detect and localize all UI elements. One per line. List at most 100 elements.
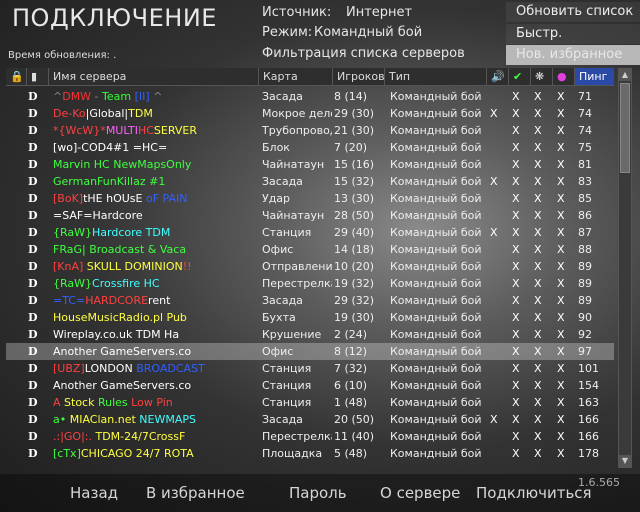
server-flag: [490, 428, 500, 445]
table-row[interactable]: D GermanFunKillaz #1 Засада 15 (32) Командны…: [6, 173, 614, 190]
server-flag: X: [534, 90, 542, 103]
add-favorite-button[interactable]: В избранное: [146, 484, 245, 502]
server-map: Перестрелка: [262, 430, 332, 443]
server-ping: 87: [578, 226, 592, 239]
connect-button[interactable]: Подключиться: [476, 484, 592, 502]
server-flag: X: [534, 226, 542, 239]
server-type: Командный бой: [390, 379, 482, 392]
server-flag: X: [557, 175, 565, 188]
table-row[interactable]: D A Stock Rules Low Pin Станция 1 (48) Кома…: [6, 394, 614, 411]
server-map: Чайнатаун: [262, 158, 325, 171]
dedicated-icon: D: [28, 379, 38, 392]
server-name-part: [cTx]: [53, 447, 81, 460]
server-ping: 85: [578, 192, 592, 205]
filter-button[interactable]: Фильтрация списка серверов: [262, 46, 465, 61]
dedicated-col-icon[interactable]: ▮: [26, 68, 48, 85]
server-players: 8 (12): [334, 345, 368, 358]
server-flag: X: [512, 158, 520, 171]
server-info-button[interactable]: О сервере: [380, 484, 460, 502]
server-type: Командный бой: [390, 294, 482, 307]
server-flag: X: [490, 175, 498, 188]
quick-refresh-button[interactable]: Быстр. обновление: [506, 24, 640, 61]
dedicated-icon: D: [28, 90, 38, 103]
server-type: Командный бой: [390, 243, 482, 256]
table-row[interactable]: D [UBZ]LONDON BROADCAST Станция 7 (32) Коман…: [6, 360, 614, 377]
server-ping: 83: [578, 175, 592, 188]
server-flag: X: [557, 362, 565, 375]
col-header-players[interactable]: Игроков: [332, 68, 385, 85]
lock-col-icon[interactable]: 🔒: [6, 68, 24, 85]
server-type: Командный бой: [390, 175, 482, 188]
mod-col-icon[interactable]: ❋: [530, 68, 552, 85]
server-name: De-Ko|Global|TDM: [53, 105, 253, 122]
table-row[interactable]: D [BoK]tHE hOUsE oF PAIN Удар 13 (30) Команд…: [6, 190, 614, 207]
server-type: Командный бой: [390, 430, 482, 443]
table-row[interactable]: D De-Ko|Global|TDM Мокрое дело 29 (30) Коман…: [6, 105, 614, 122]
scroll-down-icon[interactable]: ▼: [619, 455, 631, 467]
server-name: {RaW}Crossfire HC: [53, 275, 253, 292]
pb-col-icon[interactable]: ●: [552, 68, 574, 85]
col-header-name[interactable]: Имя сервера: [48, 68, 258, 85]
server-map: Перестрелка: [262, 277, 332, 290]
password-button[interactable]: Пароль: [289, 484, 347, 502]
server-name: a• MIAClan.net NEWMAPS: [53, 411, 253, 428]
table-row[interactable]: D .:|GO|:. TDM-24/7CrossF Перестрелка 11 (4…: [6, 428, 614, 445]
server-flag: X: [512, 413, 520, 426]
table-row[interactable]: D =SAF=Hardcore Чайнатаун 28 (50) Командный …: [6, 207, 614, 224]
scroll-up-icon[interactable]: ▲: [619, 69, 631, 81]
server-flag: [490, 309, 500, 326]
scrollbar[interactable]: ▲ ▼: [618, 68, 632, 468]
table-row[interactable]: D Marvin HC NewMapsOnly Чайнатаун 15 (16) Ко…: [6, 156, 614, 173]
col-header-ping[interactable]: Пинг: [574, 68, 614, 85]
table-row[interactable]: D HouseMusicRadio.pl Pub Бухта 19 (30) Коман…: [6, 309, 614, 326]
server-players: 7 (20): [334, 141, 368, 154]
col-header-type[interactable]: Тип: [384, 68, 486, 85]
voice-col-icon[interactable]: 🔊: [486, 68, 508, 85]
table-row[interactable]: D *{WcW}*MULTIHCSERVER Трубопровод 21 (30) К…: [6, 122, 614, 139]
dedicated-icon: D: [28, 209, 38, 222]
server-name-part: |Global|: [85, 107, 129, 120]
server-name-part: [UBZ]: [53, 362, 85, 375]
server-ping: 86: [578, 209, 592, 222]
table-row[interactable]: D {RaW}Crossfire HC Перестрелка 19 (32) Кома…: [6, 275, 614, 292]
server-name-part: [BoK]: [53, 192, 84, 205]
source-value[interactable]: Интернет: [346, 5, 412, 20]
table-row[interactable]: D [wo]-COD4#1 =HC= Блок 7 (20) Командный бой…: [6, 139, 614, 156]
server-players: 15 (32): [334, 175, 375, 188]
server-map: Отправление: [262, 260, 332, 273]
server-map: Засада: [262, 413, 303, 426]
table-row[interactable]: D Another GameServers.co Станция 6 (10) Кома…: [6, 377, 614, 394]
server-name: [UBZ]LONDON BROADCAST: [53, 360, 253, 377]
server-flag: X: [534, 396, 542, 409]
table-row[interactable]: D Another GameServers.co Офис 8 (12) Командн…: [6, 343, 614, 360]
server-name: [wo]-COD4#1 =HC=: [53, 139, 253, 156]
server-flag: [490, 156, 500, 173]
version-label: 1.6.565: [578, 476, 620, 489]
server-ping: 90: [578, 311, 592, 324]
server-flag: X: [534, 107, 542, 120]
server-name-part: [wo]-COD4#1 =HC=: [53, 141, 168, 154]
table-row[interactable]: D [KnA] SKULL DOMINION!! Отправление 10 (20…: [6, 258, 614, 275]
server-type: Командный бой: [390, 396, 482, 409]
check-col-icon[interactable]: ✔: [508, 68, 530, 85]
table-row[interactable]: D Wireplay.co.uk TDM Ha Крушение 2 (24) Ком…: [6, 326, 614, 343]
server-flag: X: [557, 226, 565, 239]
server-type: Командный бой: [390, 311, 482, 324]
table-row[interactable]: D FRaG| Broadcast & Vaca Офис 14 (18) Команд…: [6, 241, 614, 258]
scroll-thumb[interactable]: [620, 83, 630, 173]
back-button[interactable]: Назад: [70, 484, 118, 502]
table-row[interactable]: D [cTx]CHICAGO 24/7 ROTA Площадка 5 (48) Ком…: [6, 445, 614, 462]
table-row[interactable]: Da• MIAClan.net NEWMAPS Засада 20 (50) Кома…: [6, 411, 614, 428]
table-row[interactable]: D =TC=HARDCORErent Засада 29 (32) Командный …: [6, 292, 614, 309]
table-row[interactable]: D {RaW}Hardcore TDM Станция 29 (40) Командны…: [6, 224, 614, 241]
server-flag: X: [534, 260, 542, 273]
col-header-map[interactable]: Карта: [258, 68, 332, 85]
server-map: Офис: [262, 345, 294, 358]
server-flag: X: [557, 379, 565, 392]
server-name-part: Another GameServers.co: [53, 345, 192, 358]
server-flag: [490, 292, 500, 309]
server-players: 29 (30): [334, 107, 375, 120]
refresh-list-button[interactable]: Обновить список: [506, 2, 640, 22]
table-row[interactable]: D ^DMW - Team [II] ^ Засада 8 (14) Командный…: [6, 88, 614, 105]
mode-value[interactable]: Командный бой: [314, 25, 422, 40]
